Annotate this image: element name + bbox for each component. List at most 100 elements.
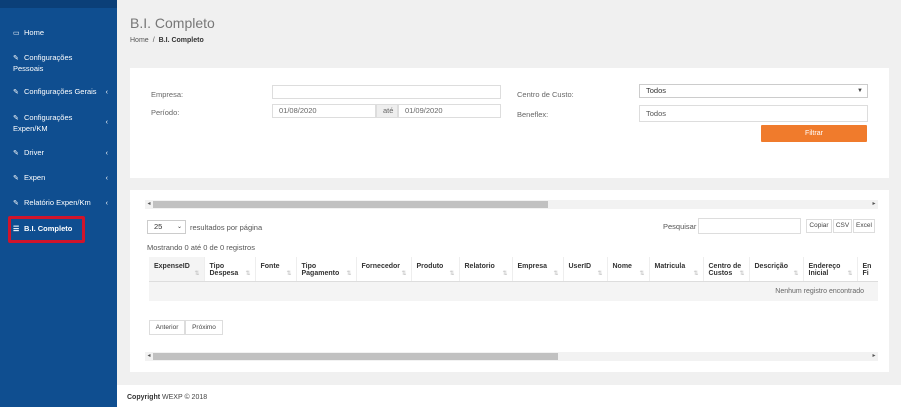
edit-icon: ✎	[13, 55, 19, 62]
column-header[interactable]: Endereço Inicial ⇅	[803, 257, 858, 282]
search-input[interactable]	[698, 218, 801, 234]
edit-icon: ✎	[13, 89, 19, 96]
chevron-left-icon: ‹	[105, 149, 108, 157]
sort-icon: ⇅	[245, 271, 251, 277]
end-date-input[interactable]: 01/09/2020	[398, 104, 501, 118]
centro-custo-value: Todos	[646, 86, 667, 95]
sidebar-item-configuracoes-expen-km[interactable]: ✎ Configurações Expen/KM ‹	[0, 113, 117, 133]
scroll-right-icon[interactable]: ▸	[870, 200, 878, 209]
copyright-brand: WEXP © 2018	[162, 394, 208, 401]
copy-button[interactable]: Copiar	[806, 219, 832, 233]
column-header[interactable]: Nome ⇅	[607, 257, 650, 282]
ate-addon: até	[376, 104, 398, 118]
results-table: ExpenseID ⇅ Tipo Despesa ⇅ Fonte ⇅ Tipo Pag…	[149, 257, 878, 301]
search-label: Pesquisar	[663, 222, 697, 231]
table-row: Nenhum registro encontrado	[149, 281, 878, 301]
breadcrumb-home-link[interactable]: Home	[130, 37, 149, 44]
beneflex-input[interactable]: Todos	[639, 105, 868, 122]
sidebar-item-expen[interactable]: ✎ Expen ‹	[0, 173, 117, 184]
edit-icon: ✎	[13, 175, 19, 182]
empty-message: Nenhum registro encontrado	[149, 281, 878, 301]
top-horizontal-scrollbar[interactable]: ◂ ▸	[145, 200, 878, 209]
sidebar-item-configuracoes-pessoais[interactable]: ✎ Configurações Pessoais	[0, 53, 100, 74]
highlight-box	[8, 216, 85, 243]
chevron-left-icon: ‹	[105, 119, 108, 126]
sidebar-item-home[interactable]: ▭ Home	[0, 28, 117, 39]
sort-icon: ⇅	[401, 271, 407, 277]
column-header[interactable]: Relatorio ⇅	[459, 257, 513, 282]
column-header[interactable]: Centro de Custos ⇅	[703, 257, 750, 282]
page-title: B.I. Completo	[130, 15, 215, 31]
breadcrumb-separator: /	[152, 37, 155, 44]
column-header[interactable]: Empresa ⇅	[512, 257, 564, 282]
column-header[interactable]: ExpenseID ⇅	[149, 257, 205, 282]
csv-button[interactable]: CSV	[833, 219, 852, 233]
sidebar-item-configuracoes-gerais[interactable]: ✎ Configurações Gerais ‹	[0, 87, 117, 98]
sidebar-item-label: Configurações Gerais	[24, 87, 97, 96]
results-panel: ◂ ▸ 25 ⌄ resultados por página Pesquisar…	[130, 190, 889, 372]
column-header[interactable]: Tipo Pagamento ⇅	[296, 257, 357, 282]
previous-page-button[interactable]: Anterior	[149, 320, 185, 335]
chevron-down-icon: ⌄	[176, 224, 182, 230]
page-size-label: resultados por página	[190, 223, 263, 232]
sidebar: ▭ Home ✎ Configurações Pessoais ✎ Configura…	[0, 0, 117, 407]
sidebar-item-label: Expen	[24, 173, 46, 182]
scroll-left-icon[interactable]: ◂	[145, 200, 153, 209]
caret-down-icon: ▼	[857, 88, 863, 94]
sidebar-item-label: Home	[24, 28, 45, 37]
sort-icon: ⇅	[449, 271, 455, 277]
page-size-value: 25	[154, 222, 163, 231]
sidebar-item-label: Configurações Expen/KM	[13, 113, 73, 133]
scroll-thumb[interactable]	[153, 201, 548, 208]
scroll-left-icon[interactable]: ◂	[145, 352, 153, 361]
column-header[interactable]: Fonte ⇅	[255, 257, 297, 282]
column-header[interactable]: Matricula ⇅	[649, 257, 704, 282]
next-page-button[interactable]: Próximo	[185, 320, 223, 335]
sidebar-item-driver[interactable]: ✎ Driver ‹	[0, 148, 117, 159]
copyright-label: Copyright	[127, 394, 161, 401]
footer: Copyright WEXP © 2018	[117, 385, 901, 407]
excel-button[interactable]: Excel	[853, 219, 875, 233]
filter-panel: Empresa: Período: 01/08/2020 até 01/09/2…	[130, 68, 889, 178]
periodo-label: Período:	[151, 108, 180, 117]
scroll-thumb[interactable]	[153, 353, 558, 360]
column-header[interactable]: UserID ⇅	[563, 257, 608, 282]
filter-button[interactable]: Filtrar	[761, 125, 867, 142]
column-header[interactable]: Descrição ⇅	[749, 257, 804, 282]
empresa-input[interactable]	[272, 85, 501, 99]
table-header-row: ExpenseID ⇅ Tipo Despesa ⇅ Fonte ⇅ Tipo Pag…	[149, 257, 878, 282]
sort-icon: ⇅	[693, 271, 699, 277]
column-header[interactable]: Tipo Despesa ⇅	[204, 257, 256, 282]
sort-icon: ⇅	[597, 271, 603, 277]
edit-icon: ✎	[13, 200, 19, 207]
edit-icon: ✎	[13, 150, 19, 157]
sidebar-item-relatorio-expen-km[interactable]: ✎ Relatório Expen/Km ‹	[0, 198, 117, 209]
start-date-input[interactable]: 01/08/2020	[272, 104, 376, 118]
column-header[interactable]: Produto ⇅	[411, 257, 460, 282]
main-content: B.I. Completo Home / B.I. Completo Empresa…	[117, 0, 901, 407]
bottom-horizontal-scrollbar[interactable]: ◂ ▸	[145, 352, 878, 361]
page-size-select[interactable]: 25 ⌄	[147, 220, 186, 234]
records-info: Mostrando 0 até 0 de 0 registros	[147, 243, 255, 252]
centro-custo-label: Centro de Custo:	[517, 90, 574, 99]
sidebar-header	[0, 0, 117, 8]
sort-icon: ⇅	[847, 271, 853, 277]
sort-icon: ⇅	[793, 271, 799, 277]
chevron-left-icon: ‹	[105, 88, 108, 96]
edit-icon: ✎	[13, 115, 19, 122]
breadcrumb: Home / B.I. Completo	[130, 37, 204, 44]
sidebar-item-label: Driver	[24, 148, 44, 157]
sort-icon: ⇅	[553, 271, 559, 277]
beneflex-label: Beneflex:	[517, 110, 549, 119]
empresa-label: Empresa:	[151, 90, 184, 99]
monitor-icon: ▭	[13, 30, 20, 37]
column-header[interactable]: Fornecedor ⇅	[356, 257, 412, 282]
centro-custo-select[interactable]: Todos ▼	[639, 84, 868, 98]
sidebar-item-label: Relatório Expen/Km	[24, 198, 91, 207]
sort-icon: ⇅	[194, 271, 200, 277]
sidebar-item-label: Configurações Pessoais	[13, 53, 73, 73]
sort-icon: ⇅	[502, 271, 508, 277]
scroll-right-icon[interactable]: ▸	[870, 352, 878, 361]
column-header[interactable]: En Fi	[857, 257, 878, 282]
chevron-left-icon: ‹	[105, 199, 108, 207]
